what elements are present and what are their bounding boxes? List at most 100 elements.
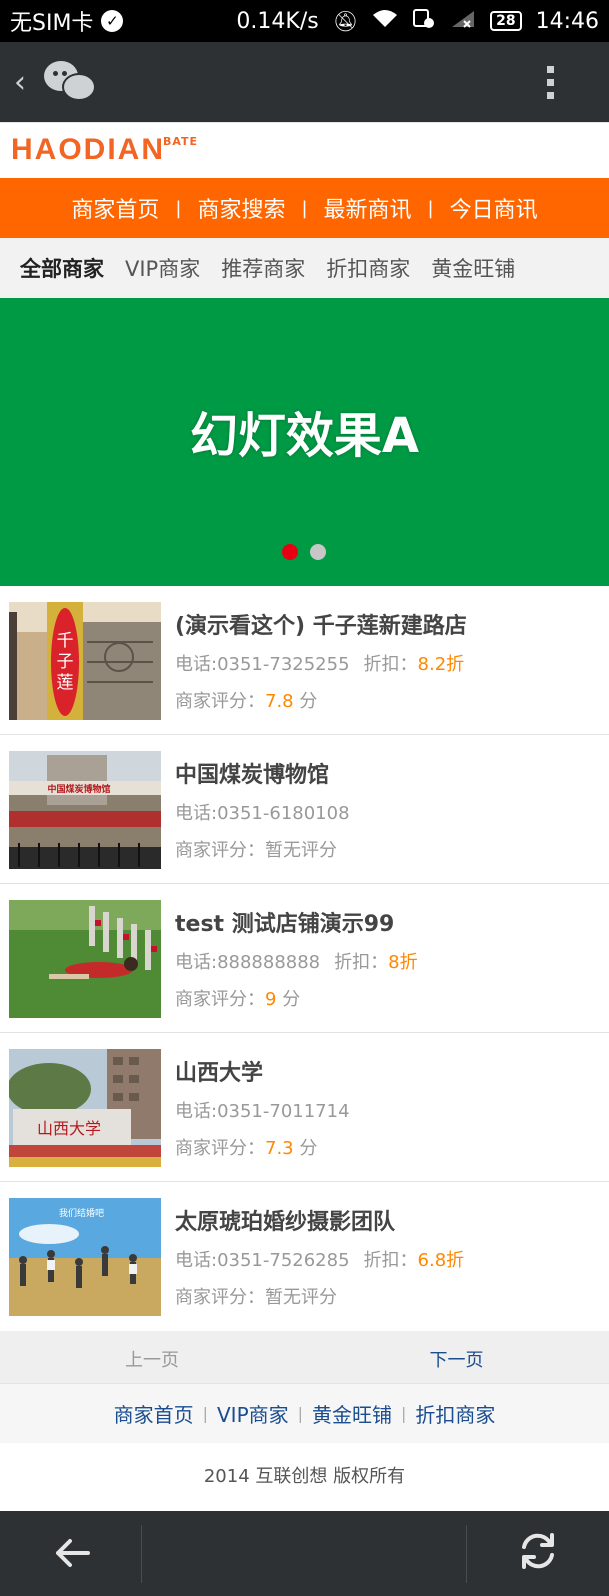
- top-nav-item-latest-news[interactable]: 最新商讯: [316, 192, 420, 224]
- discount-value: 8.2折: [417, 654, 465, 675]
- merchant-rating-line: 商家评分：暂无评分: [175, 1283, 337, 1309]
- merchant-rating-line: 商家评分：暂无评分: [175, 836, 337, 862]
- merchant-photo[interactable]: 我们结婚吧: [9, 1198, 161, 1316]
- slide-indicator-active[interactable]: [282, 544, 298, 560]
- mute-icon: 🔕︎: [332, 9, 359, 33]
- tab-golden-shops[interactable]: 黄金旺铺: [431, 253, 515, 283]
- footer-separator: |: [202, 1404, 208, 1423]
- signal-icon: [450, 9, 476, 34]
- list-item[interactable]: 山西大学 山西大学 电话:0351-7011714 商家评分：7.3 分: [0, 1033, 609, 1182]
- merchant-phone-line: 电话:888888888 折扣：8折: [175, 948, 418, 974]
- list-item[interactable]: 我们结婚吧 太原琥珀婚纱摄影团队 电话:0351-7526285 折扣：6.8折 …: [0, 1182, 609, 1331]
- rating-label: 商家评分：: [175, 691, 265, 712]
- list-item[interactable]: 中国煤炭博物馆 中国煤炭博物馆 电话:0351-6180108 商家评分：暂无评…: [0, 735, 609, 884]
- thumb-sign-text: 中国煤炭博物馆: [47, 783, 110, 795]
- battery-icon: 28: [490, 11, 522, 31]
- merchant-phone[interactable]: 电话:0351-6180108: [175, 803, 350, 824]
- merchant-phone[interactable]: 电话:0351-7325255: [175, 654, 350, 675]
- footer-link-golden[interactable]: 黄金旺铺: [312, 1399, 392, 1428]
- merchant-phone[interactable]: 电话:888888888: [175, 952, 320, 973]
- rating-unit: 分: [282, 989, 301, 1010]
- rating-label: 商家评分：: [175, 989, 265, 1010]
- back-arrow-icon[interactable]: [52, 1533, 92, 1573]
- tab-all-merchants[interactable]: 全部商家: [20, 253, 104, 283]
- top-nav-item-home[interactable]: 商家首页: [63, 192, 167, 224]
- merchant-phone-line: 电话:0351-7011714: [175, 1097, 350, 1123]
- logo-bar: HAODIAN BATE: [0, 122, 609, 178]
- merchant-name[interactable]: 太原琥珀婚纱摄影团队: [175, 1204, 395, 1236]
- discount-label: 折扣：: [334, 952, 389, 973]
- logo-superscript: BATE: [163, 135, 199, 148]
- discount-value: 6.8折: [417, 1250, 465, 1271]
- merchant-name[interactable]: test 测试店铺演示99: [175, 906, 394, 938]
- tab-vip-merchants[interactable]: VIP商家: [125, 253, 200, 283]
- clock: 14:46: [535, 8, 599, 34]
- rating-value: 暂无评分: [265, 1287, 337, 1308]
- wechat-icon[interactable]: [44, 59, 98, 105]
- merchant-name[interactable]: (演示看这个) 千子莲新建路店: [175, 608, 467, 640]
- merchant-rating-line: 商家评分：7.8 分: [175, 687, 317, 713]
- rating-unit: 分: [299, 691, 318, 712]
- banner-slideshow[interactable]: 幻灯效果A: [0, 298, 609, 586]
- check-circle-icon: ✓: [101, 10, 124, 32]
- nav-separator: |: [301, 197, 308, 219]
- merchant-name[interactable]: 山西大学: [175, 1055, 263, 1087]
- merchant-rating-line: 商家评分：9 分: [175, 985, 300, 1011]
- merchant-phone-line: 电话:0351-7526285 折扣：6.8折: [175, 1246, 464, 1272]
- footer-link-discount[interactable]: 折扣商家: [415, 1399, 495, 1428]
- site-logo[interactable]: HAODIAN: [11, 133, 165, 167]
- discount-label: 折扣：: [363, 1250, 418, 1271]
- merchant-photo[interactable]: 千 子 莲: [9, 602, 161, 720]
- top-nav-item-search[interactable]: 商家搜索: [189, 192, 293, 224]
- banner-text: 幻灯效果A: [189, 408, 420, 464]
- rating-value: 7.8: [265, 691, 294, 712]
- merchant-phone[interactable]: 电话:0351-7526285: [175, 1250, 350, 1271]
- merchant-photo[interactable]: 中国煤炭博物馆: [9, 751, 161, 869]
- thumb-sign-text: 山西大学: [37, 1119, 101, 1138]
- rating-value: 暂无评分: [265, 840, 337, 861]
- footer-link-home[interactable]: 商家首页: [114, 1399, 194, 1428]
- merchant-phone[interactable]: 电话:0351-7011714: [175, 1101, 350, 1122]
- discount-value: 8折: [388, 952, 418, 973]
- refresh-icon[interactable]: [516, 1529, 560, 1573]
- footer-link-vip[interactable]: VIP商家: [217, 1399, 289, 1428]
- thumb-sign-text: 千: [57, 631, 74, 651]
- tab-recommended-merchants[interactable]: 推荐商家: [221, 253, 305, 283]
- nav-separator: |: [175, 197, 182, 219]
- top-nav-item-today-news[interactable]: 今日商讯: [442, 192, 546, 224]
- thumb-sign-text: 莲: [57, 673, 74, 693]
- network-speed: 0.14K/s: [236, 8, 319, 34]
- tab-discount-merchants[interactable]: 折扣商家: [326, 253, 410, 283]
- list-item[interactable]: 千 子 莲 (演示看这个) 千子莲新建路店 电话:0351-7325255 折扣：…: [0, 586, 609, 735]
- copyright-text: 2014 互联创想 版权所有: [0, 1443, 609, 1511]
- divider: [141, 1525, 142, 1583]
- status-bar: 无SIM卡 ✓ 0.14K/s 🔕︎ 28 14:46: [0, 0, 609, 42]
- back-chevron-icon[interactable]: ‹: [14, 65, 40, 100]
- footer-nav: 商家首页 | VIP商家 | 黄金旺铺 | 折扣商家: [0, 1383, 609, 1443]
- nav-separator: |: [427, 197, 434, 219]
- rating-label: 商家评分：: [175, 1287, 265, 1308]
- top-nav: 商家首页 | 商家搜索 | 最新商讯 | 今日商讯: [0, 178, 609, 238]
- rating-label: 商家评分：: [175, 840, 265, 861]
- merchant-phone-line: 电话:0351-6180108: [175, 799, 350, 825]
- merchant-name[interactable]: 中国煤炭博物馆: [175, 757, 329, 789]
- list-item[interactable]: test 测试店铺演示99 电话:888888888 折扣：8折 商家评分：9 分: [0, 884, 609, 1033]
- thumb-caption: 我们结婚吧: [59, 1207, 104, 1219]
- footer-separator: |: [401, 1404, 407, 1423]
- prev-page-link[interactable]: 上一页: [0, 1346, 304, 1372]
- merchant-photo[interactable]: 山西大学: [9, 1049, 161, 1167]
- rating-value: 9: [265, 989, 277, 1010]
- wifi-icon: [372, 9, 398, 34]
- divider: [466, 1525, 467, 1583]
- carrier-text: 无SIM卡: [10, 11, 94, 36]
- slide-indicator[interactable]: [310, 544, 326, 560]
- overflow-menu-icon[interactable]: [547, 65, 555, 99]
- merchant-phone-line: 电话:0351-7325255 折扣：8.2折: [175, 650, 464, 676]
- merchant-photo[interactable]: [9, 900, 161, 1018]
- merchant-list: 千 子 莲 (演示看这个) 千子莲新建路店 电话:0351-7325255 折扣：…: [0, 586, 609, 1331]
- footer-separator: |: [297, 1404, 304, 1423]
- rating-unit: 分: [299, 1138, 318, 1159]
- merchant-rating-line: 商家评分：7.3 分: [175, 1134, 317, 1160]
- next-page-link[interactable]: 下一页: [304, 1346, 609, 1372]
- discount-label: 折扣：: [363, 654, 418, 675]
